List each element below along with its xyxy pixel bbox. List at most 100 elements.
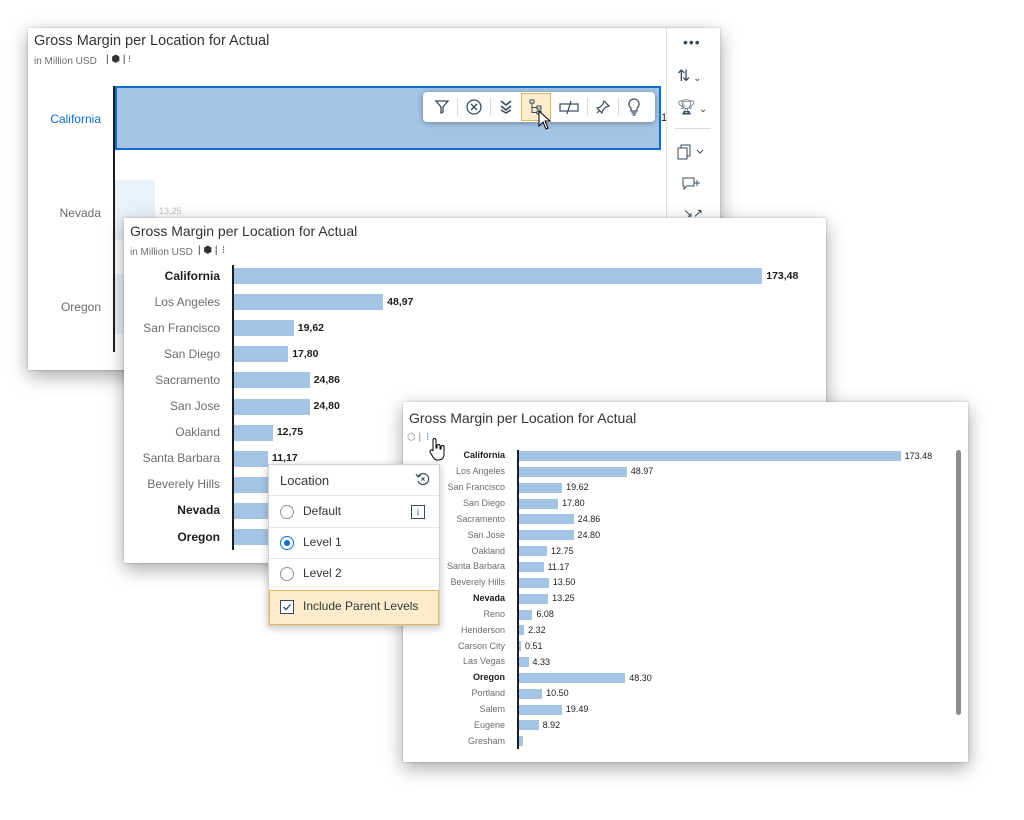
- option-default[interactable]: Default i: [269, 499, 439, 525]
- bar-san-francisco[interactable]: [234, 320, 294, 337]
- bar-sacramento[interactable]: [234, 372, 310, 389]
- bar-nevada[interactable]: [519, 593, 549, 604]
- add-comment-icon[interactable]: [681, 176, 701, 192]
- category-label-henderson[interactable]: Henderson: [403, 625, 505, 635]
- data-label-san-diego: 17.80: [562, 498, 585, 509]
- data-label-sacramento: 24,86: [313, 374, 340, 387]
- vertical-scrollbar[interactable]: [956, 450, 961, 715]
- category-label-salem[interactable]: Salem: [403, 704, 505, 714]
- data-label-san-francisco: 19.62: [566, 482, 589, 493]
- info-icon[interactable]: i: [411, 505, 425, 519]
- bar-california[interactable]: [234, 268, 763, 284]
- radio-unchecked-icon[interactable]: [280, 505, 294, 519]
- bar-henderson[interactable]: [519, 625, 525, 636]
- option-level-1[interactable]: Level 1: [269, 530, 439, 556]
- bar-san-diego[interactable]: [519, 498, 559, 509]
- data-label-santa-barbara: 11.17: [547, 561, 570, 572]
- side-toolbar: ••• ⇅ ⌄ 🏆︎ ⌄ ↘↗: [666, 28, 721, 220]
- reset-icon[interactable]: [415, 471, 431, 487]
- exclude-icon[interactable]: [458, 95, 490, 119]
- bar-oakland[interactable]: [519, 546, 548, 557]
- category-label-oregon[interactable]: Oregon: [403, 672, 505, 682]
- option-level-2[interactable]: Level 2: [269, 561, 439, 587]
- bar-santa-barbara[interactable]: [519, 561, 544, 572]
- category-label-portland[interactable]: Portland: [403, 688, 505, 698]
- bar-los-angeles[interactable]: [234, 294, 384, 311]
- category-label-eugene[interactable]: Eugene: [403, 720, 505, 730]
- category-label-beverely-hills[interactable]: Beverely Hills: [124, 477, 220, 491]
- bar-gresham[interactable]: [519, 736, 524, 747]
- bar-san-diego[interactable]: [234, 346, 289, 363]
- ranking-icon[interactable]: 🏆︎ ⌄: [677, 98, 707, 116]
- radio-checked-icon[interactable]: [280, 536, 294, 550]
- row-label-california[interactable]: California: [28, 112, 101, 126]
- row-label-oregon[interactable]: Oregon: [28, 300, 101, 314]
- category-label-carson-city[interactable]: Carson City: [403, 641, 505, 651]
- bar-oregon[interactable]: [519, 672, 626, 683]
- bar-sacramento[interactable]: [519, 514, 574, 525]
- data-label-henderson: 2.32: [528, 624, 546, 635]
- data-label-nevada: 13.25: [552, 593, 575, 604]
- category-label-gresham[interactable]: Gresham: [403, 736, 505, 746]
- bar-san-jose[interactable]: [519, 530, 574, 541]
- sort-icon[interactable]: ⇅ ⌄: [677, 66, 702, 86]
- option-label: Level 2: [303, 566, 342, 580]
- category-label-san-francisco[interactable]: San Francisco: [124, 321, 220, 335]
- more-icon[interactable]: •••: [683, 34, 701, 50]
- category-label-california[interactable]: California: [403, 450, 505, 460]
- bar-san-francisco[interactable]: [519, 482, 563, 493]
- bar-los-angeles[interactable]: [519, 466, 627, 477]
- filter-icon[interactable]: [427, 95, 457, 119]
- data-label-san-diego: 17,80: [292, 348, 319, 360]
- data-label-san-francisco: 19,62: [297, 321, 325, 334]
- data-label-oakland: 12,75: [276, 426, 304, 439]
- copy-icon[interactable]: [677, 144, 707, 160]
- value-nevada: 13,25: [159, 206, 182, 216]
- hierarchy-level-icon[interactable]: ⁝: [128, 54, 131, 65]
- category-label-oregon[interactable]: Oregon: [124, 530, 220, 544]
- category-label-nevada[interactable]: Nevada: [124, 503, 220, 517]
- row-label-nevada[interactable]: Nevada: [28, 206, 101, 220]
- chart-subtitle: in Million USD: [34, 56, 97, 67]
- category-label-los-angeles[interactable]: Los Angeles: [124, 295, 220, 309]
- category-label-las-vegas[interactable]: Las Vegas: [403, 656, 505, 666]
- lightbulb-icon[interactable]: [619, 95, 649, 119]
- checkbox-label: Include Parent Levels: [303, 599, 419, 613]
- bar-salem[interactable]: [519, 704, 562, 715]
- category-label-santa-barbara[interactable]: Santa Barbara: [124, 451, 220, 465]
- compare-icon[interactable]: [551, 95, 587, 119]
- bar-santa-barbara[interactable]: [234, 450, 268, 467]
- data-label-sacramento: 24.86: [577, 514, 601, 524]
- bar-reno[interactable]: [519, 609, 533, 620]
- data-label-los-angeles: 48.97: [630, 466, 654, 477]
- bar-beverely-hills[interactable]: [519, 577, 549, 588]
- bar-california[interactable]: [519, 451, 901, 461]
- drill-down-icon[interactable]: [491, 95, 521, 119]
- location-level-menu: Location Default i Level 1 Level 2 Inclu…: [268, 464, 440, 626]
- data-label-las-vegas: 4.33: [532, 656, 551, 667]
- data-label-beverely-hills: 13.50: [552, 577, 576, 588]
- bar-carson-city[interactable]: [519, 641, 521, 652]
- bar-san-jose[interactable]: [234, 398, 310, 415]
- bar-las-vegas[interactable]: [519, 657, 529, 668]
- pin-icon[interactable]: [588, 95, 618, 119]
- chart-title: Gross Margin per Location for Actual: [34, 33, 270, 49]
- data-label-carson-city: 0.51: [525, 640, 543, 651]
- category-label-sacramento[interactable]: Sacramento: [124, 373, 220, 387]
- data-label-los-angeles: 48,97: [387, 295, 414, 308]
- category-label-san-jose[interactable]: San Jose: [124, 399, 220, 413]
- bar-portland[interactable]: [519, 688, 543, 699]
- category-label-oakland[interactable]: Oakland: [124, 425, 220, 439]
- checkbox-checked-icon[interactable]: [280, 600, 294, 614]
- data-label-oregon: 48.30: [629, 672, 652, 683]
- category-label-california[interactable]: California: [124, 269, 220, 283]
- version-cube-icon[interactable]: | ⬢ |: [106, 54, 125, 65]
- mouse-pointer-icon: [538, 110, 552, 130]
- bar-oakland[interactable]: [234, 424, 273, 441]
- data-label-oakland: 12.75: [551, 545, 574, 556]
- data-label-california: 173.48: [904, 450, 933, 461]
- radio-unchecked-icon[interactable]: [280, 567, 294, 581]
- include-parent-levels-row[interactable]: Include Parent Levels: [269, 590, 439, 625]
- bar-eugene[interactable]: [519, 720, 539, 731]
- category-label-san-diego[interactable]: San Diego: [124, 347, 220, 361]
